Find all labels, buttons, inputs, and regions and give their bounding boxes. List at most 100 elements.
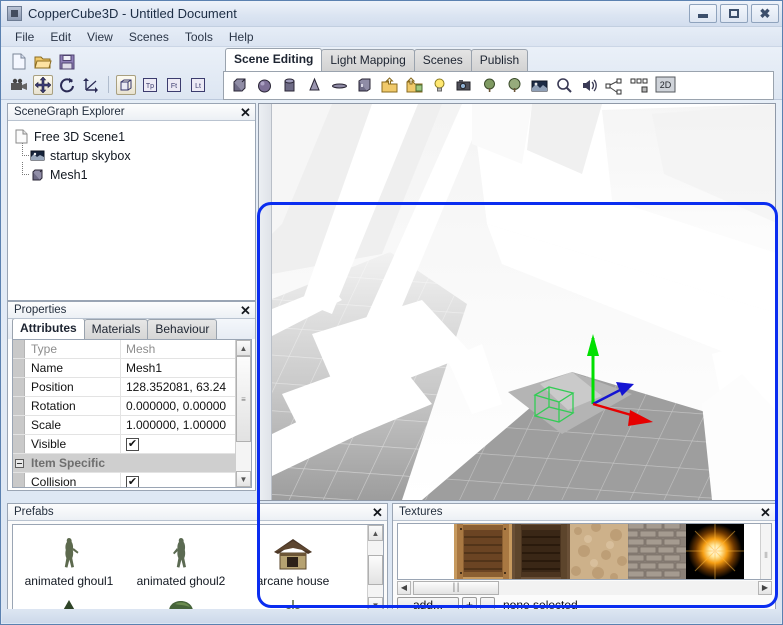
close-icon[interactable]: ✕: [239, 106, 252, 119]
add-light-icon[interactable]: [430, 76, 449, 95]
light-flare-texture[interactable]: [686, 524, 744, 579]
menu-file[interactable]: File: [7, 28, 42, 46]
textures-vertical-scrollbar[interactable]: ⦀: [760, 524, 771, 579]
add-camera-icon[interactable]: [455, 76, 474, 95]
scroll-thumb[interactable]: ⎮⎮: [413, 580, 499, 595]
sand-texture[interactable]: [570, 524, 628, 579]
3d-viewport-canvas[interactable]: [272, 104, 775, 500]
tab-scenes[interactable]: Scenes: [413, 49, 472, 71]
property-value[interactable]: 128.352081, 63.24: [121, 378, 235, 396]
view-left-icon[interactable]: Lt: [188, 75, 208, 95]
scroll-thumb[interactable]: ≡: [236, 356, 251, 442]
property-value[interactable]: 1.000000, 1.00000: [121, 416, 235, 434]
tree-node-startup-skybox[interactable]: startup skybox: [14, 143, 255, 165]
collision-checkbox[interactable]: ✔: [126, 475, 139, 487]
crate-wood-texture[interactable]: [454, 524, 512, 579]
close-icon[interactable]: ✕: [371, 506, 384, 519]
add-sphere-icon[interactable]: [255, 76, 274, 95]
list-item[interactable]: animated ghoul2: [125, 528, 237, 590]
view-3d-icon[interactable]: [116, 74, 136, 95]
scroll-track[interactable]: ≡: [236, 356, 251, 471]
close-icon[interactable]: ✕: [239, 304, 252, 317]
table-row[interactable]: Scale 1.000000, 1.00000: [13, 416, 235, 435]
view-front-icon[interactable]: Ft: [164, 75, 184, 95]
minimize-button[interactable]: [689, 4, 717, 23]
add-tree-icon[interactable]: [505, 76, 524, 95]
title-bar: CopperCube3D - Untitled Document ✖: [1, 1, 782, 27]
3d-viewport-panel[interactable]: [258, 103, 776, 501]
path-icon[interactable]: [605, 76, 624, 95]
add-sound-icon[interactable]: [580, 76, 599, 95]
scroll-track[interactable]: ⎮⎮: [411, 580, 758, 595]
menu-view[interactable]: View: [79, 28, 121, 46]
open-folder-icon[interactable]: [33, 52, 53, 72]
save-disk-icon[interactable]: [57, 52, 77, 72]
list-item[interactable]: animated ghoul1: [13, 528, 125, 590]
crate-dark-wood-texture[interactable]: [512, 524, 570, 579]
add-cube-icon[interactable]: [230, 76, 249, 95]
menu-help[interactable]: Help: [221, 28, 262, 46]
table-row[interactable]: Rotation 0.000000, 0.00000: [13, 397, 235, 416]
scale-tool-icon[interactable]: [81, 75, 101, 95]
add-billboard-tree-icon[interactable]: [480, 76, 499, 95]
scroll-left-button[interactable]: ◀: [397, 580, 411, 595]
overlay-2d-icon[interactable]: 2D: [655, 76, 676, 95]
table-row[interactable]: Name Mesh1: [13, 359, 235, 378]
scroll-track[interactable]: ⦀: [761, 524, 771, 579]
dummy-node-icon[interactable]: [630, 76, 649, 95]
maximize-button[interactable]: [720, 4, 748, 23]
close-icon[interactable]: ✕: [759, 506, 772, 519]
add-plane-icon[interactable]: [330, 76, 349, 95]
table-row[interactable]: Position 128.352081, 63.24: [13, 378, 235, 397]
tab-publish[interactable]: Publish: [470, 49, 529, 71]
textures-horizontal-scrollbar[interactable]: ◀ ⎮⎮ ▶: [397, 580, 772, 595]
menu-scenes[interactable]: Scenes: [121, 28, 177, 46]
menu-edit[interactable]: Edit: [42, 28, 79, 46]
scroll-thumb[interactable]: [368, 555, 383, 585]
collapse-icon[interactable]: [14, 458, 24, 468]
list-item[interactable]: arcane house: [237, 528, 349, 590]
table-row[interactable]: Collision ✔: [13, 473, 235, 487]
textures-panel: Textures ✕ ⦀ ◀ ⎮⎮ ▶ add... + - none sele…: [392, 503, 776, 618]
group-toggle[interactable]: [13, 454, 25, 472]
scroll-up-button[interactable]: ▲: [236, 340, 251, 356]
scroll-down-button[interactable]: ▼: [236, 471, 251, 487]
load-terrain-icon[interactable]: [405, 76, 424, 95]
scroll-track[interactable]: [368, 541, 383, 597]
tab-light-mapping[interactable]: Light Mapping: [321, 49, 415, 71]
new-document-icon[interactable]: [9, 52, 29, 72]
scroll-grip[interactable]: ⦀: [761, 548, 771, 564]
add-skybox-icon[interactable]: [530, 76, 549, 95]
prefabs-vertical-scrollbar[interactable]: ▲ ▼: [367, 525, 383, 613]
tree-node-free-3d-scene1[interactable]: Free 3D Scene1: [14, 127, 255, 146]
property-value[interactable]: 0.000000, 0.00000: [121, 397, 235, 415]
move-tool-icon[interactable]: [33, 74, 53, 95]
table-group-row[interactable]: Item Specific: [13, 454, 235, 473]
property-value[interactable]: Mesh1: [121, 359, 235, 377]
scenegraph-tree-body[interactable]: Free 3D Scene1 startup skybox Mesh1: [8, 121, 255, 300]
add-building-icon[interactable]: [355, 76, 374, 95]
add-cylinder-icon[interactable]: [280, 76, 299, 95]
close-button[interactable]: ✖: [751, 4, 779, 23]
scene-editing-toolbar: 2D: [223, 71, 774, 100]
brick-wall-texture[interactable]: [621, 524, 693, 579]
table-row[interactable]: Type Mesh: [13, 340, 235, 359]
scroll-up-button[interactable]: ▲: [368, 525, 383, 541]
tab-attributes[interactable]: Attributes: [12, 319, 85, 339]
tab-materials[interactable]: Materials: [83, 319, 149, 339]
tab-behaviour[interactable]: Behaviour: [147, 319, 218, 339]
load-model-icon[interactable]: [380, 76, 399, 95]
table-row[interactable]: Visible ✔: [13, 435, 235, 454]
properties-vertical-scrollbar[interactable]: ▲ ≡ ▼: [235, 340, 251, 487]
viewport-side-rail[interactable]: [259, 104, 272, 500]
scroll-right-button[interactable]: ▶: [758, 580, 772, 595]
add-cone-icon[interactable]: [305, 76, 324, 95]
tree-node-mesh1[interactable]: Mesh1: [14, 162, 255, 184]
menu-tools[interactable]: Tools: [177, 28, 221, 46]
visible-checkbox[interactable]: ✔: [126, 437, 139, 451]
view-top-icon[interactable]: Tp: [140, 75, 160, 95]
zoom-icon[interactable]: [555, 76, 574, 95]
camera-tool-icon[interactable]: [9, 75, 29, 95]
rotate-tool-icon[interactable]: [57, 75, 77, 95]
tab-scene-editing[interactable]: Scene Editing: [225, 48, 323, 71]
